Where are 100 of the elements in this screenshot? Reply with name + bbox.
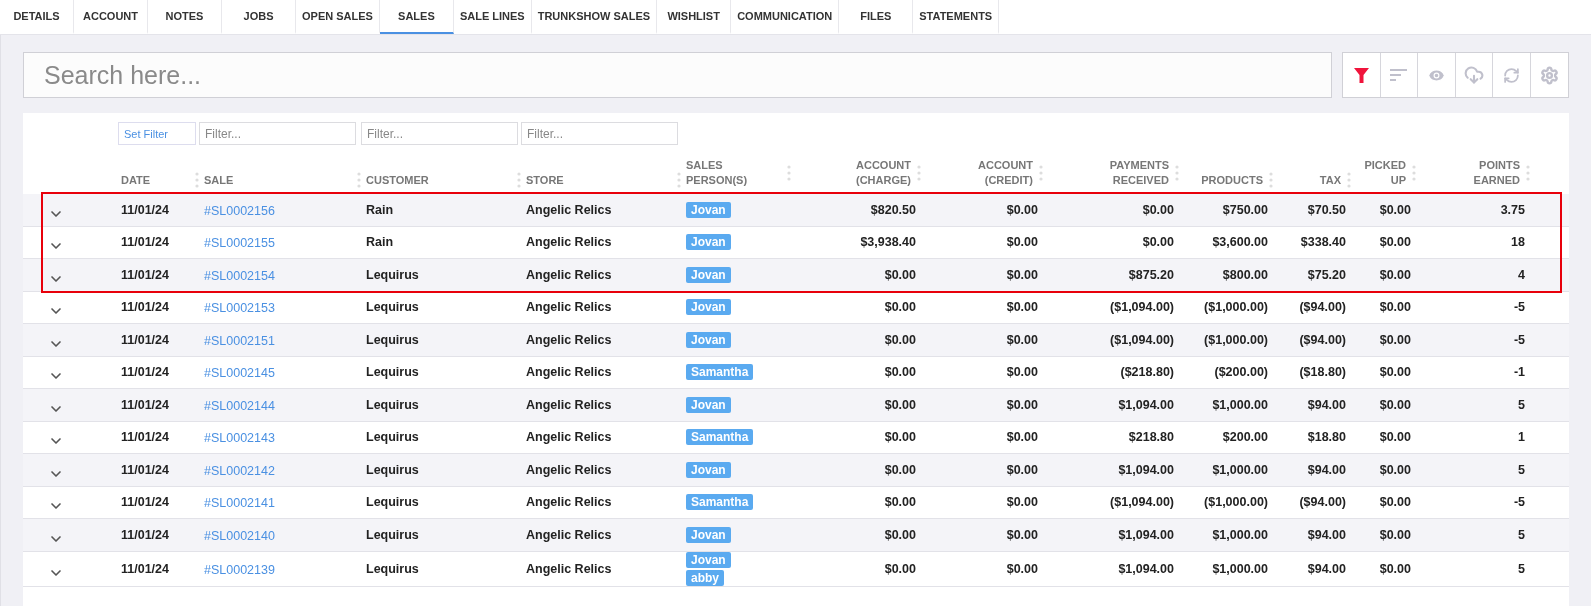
table-cell-text: $1,000.00 [1211, 527, 1269, 542]
drag-handle-icon[interactable] [1269, 172, 1273, 188]
sale-link[interactable]: #SL0002145 [204, 366, 275, 381]
table-cell-text: Lequirus [365, 430, 420, 445]
table-cell-text: -1 [1512, 365, 1526, 380]
table-cell-text: $218.80 [1127, 430, 1175, 445]
drag-handle-icon[interactable] [1039, 165, 1043, 181]
tab[interactable]: COMMUNICATION [731, 0, 840, 34]
drag-handle-icon[interactable] [677, 172, 681, 188]
table-cell-text: ($200.00) [1213, 365, 1269, 380]
column-header: PAYMENTS RECEIVED [1109, 158, 1169, 188]
table-cell-text: 1 [1517, 430, 1526, 445]
tab[interactable]: STATEMENTS [913, 0, 1000, 34]
table-cell-text: 18 [1510, 235, 1526, 250]
table-cell-text: ($1,094.00) [1109, 495, 1175, 510]
salesperson-badge: Samantha [686, 429, 754, 446]
sale-link[interactable]: #SL0002140 [204, 528, 275, 543]
drag-handle-icon[interactable] [1526, 165, 1530, 181]
table-cell-text: 11/01/24 [120, 202, 170, 217]
table-cell-text: $0.00 [1378, 462, 1412, 477]
drag-handle-icon[interactable] [1175, 165, 1179, 181]
table-cell-text: ($1,000.00) [1203, 495, 1269, 510]
table-cell-text: $0.00 [1005, 462, 1039, 477]
tab[interactable]: NOTES [148, 0, 222, 34]
salesperson-badge: Jovan [686, 299, 731, 316]
tab[interactable]: FILES [839, 0, 914, 34]
table-cell-text: $875.20 [1127, 267, 1175, 282]
tab[interactable]: SALE LINES [453, 0, 532, 34]
drag-handle-icon[interactable] [195, 172, 199, 188]
table-cell-text: $0.00 [1378, 561, 1412, 576]
table-cell-text: Angelic Relics [525, 332, 613, 347]
table-cell-text: Angelic Relics [525, 495, 613, 510]
drag-handle-icon[interactable] [787, 165, 791, 181]
salesperson-badge: Samantha [686, 494, 754, 511]
table-cell-text: $0.00 [1378, 300, 1412, 315]
table-cell-text: Lequirus [365, 267, 420, 282]
table-cell-text: 4 [1517, 267, 1526, 282]
drag-handle-icon[interactable] [517, 172, 521, 188]
drag-handle-icon[interactable] [1412, 165, 1416, 181]
table-cell-text: $200.00 [1221, 430, 1269, 445]
sale-link[interactable]: #SL0002143 [204, 431, 275, 446]
column-header: PICKED UP [1364, 158, 1406, 188]
salesperson-badge: Jovan [686, 396, 731, 413]
tab[interactable]: DETAILS [0, 0, 74, 34]
table-cell-text: 11/01/24 [120, 527, 170, 542]
sale-link[interactable]: #SL0002153 [204, 301, 275, 316]
salesperson-badge: Samantha [686, 364, 754, 381]
column-header: ACCOUNT (CHARGE) [856, 158, 911, 188]
tab[interactable]: TRUNKSHOW SALES [531, 0, 658, 34]
drag-handle-icon[interactable] [1347, 172, 1351, 188]
salesperson-badge: Jovan [686, 331, 731, 348]
salesperson-badge: Jovan [686, 234, 731, 251]
column-header: CUSTOMER [366, 172, 429, 188]
filter-field[interactable]: Filter... [199, 122, 356, 145]
sale-link[interactable]: #SL0002155 [204, 236, 275, 251]
tab[interactable]: WISHLIST [657, 0, 732, 34]
drag-handle-icon[interactable] [917, 165, 921, 181]
table-cell-text: ($1,094.00) [1109, 300, 1175, 315]
set-filter-button[interactable]: Set Filter [118, 122, 196, 145]
table-cell-text: -5 [1512, 332, 1526, 347]
sort-icon [1390, 69, 1408, 81]
table-cell-text: $0.00 [1005, 332, 1039, 347]
table-cell-text: $1,000.00 [1211, 462, 1269, 477]
table-cell-text: $0.00 [1378, 527, 1412, 542]
sale-link[interactable]: #SL0002142 [204, 463, 275, 478]
table-cell-text: $3,938.40 [859, 235, 917, 250]
table-cell-text: $94.00 [1306, 397, 1347, 412]
filter-field[interactable]: Filter... [361, 122, 518, 145]
sale-link[interactable]: #SL0002154 [204, 268, 275, 283]
sale-link[interactable]: #SL0002139 [204, 562, 275, 577]
search-field[interactable]: Search here... [23, 52, 1332, 98]
tab[interactable]: OPEN SALES [296, 0, 380, 34]
table-cell-text: $0.00 [1141, 235, 1175, 250]
table-cell-text: $3,600.00 [1211, 235, 1269, 250]
table-cell-text: 11/01/24 [120, 332, 170, 347]
column-header: ACCOUNT (CREDIT) [978, 158, 1033, 188]
table-cell-text: $0.00 [1378, 397, 1412, 412]
filter-field[interactable]: Filter... [521, 122, 678, 145]
table-cell-text: $0.00 [883, 527, 917, 542]
table-cell-text: ($1,000.00) [1203, 300, 1269, 315]
table-cell-text: $70.50 [1306, 202, 1347, 217]
column-header: TAX [1319, 172, 1341, 188]
table-cell-text: $0.00 [1005, 397, 1039, 412]
sale-link[interactable]: #SL0002141 [204, 496, 275, 511]
settings-icon [1539, 65, 1559, 85]
table-cell-text: $0.00 [883, 267, 917, 282]
table-cell-text: ($1,094.00) [1109, 332, 1175, 347]
drag-handle-icon[interactable] [357, 172, 361, 188]
sale-link[interactable]: #SL0002151 [204, 333, 275, 348]
tab[interactable]: ACCOUNT [74, 0, 148, 34]
table-cell-text: Rain [365, 235, 395, 250]
table-cell-text: Lequirus [365, 561, 420, 576]
tab[interactable]: JOBS [222, 0, 296, 34]
table-cell-text: Angelic Relics [525, 300, 613, 315]
refresh-icon [1502, 66, 1520, 84]
sale-link[interactable]: #SL0002156 [204, 203, 275, 218]
sale-link[interactable]: #SL0002144 [204, 398, 275, 413]
column-header: STORE [526, 172, 564, 188]
table-cell-text: Angelic Relics [525, 202, 613, 217]
table-cell-text: 3.75 [1499, 202, 1526, 217]
